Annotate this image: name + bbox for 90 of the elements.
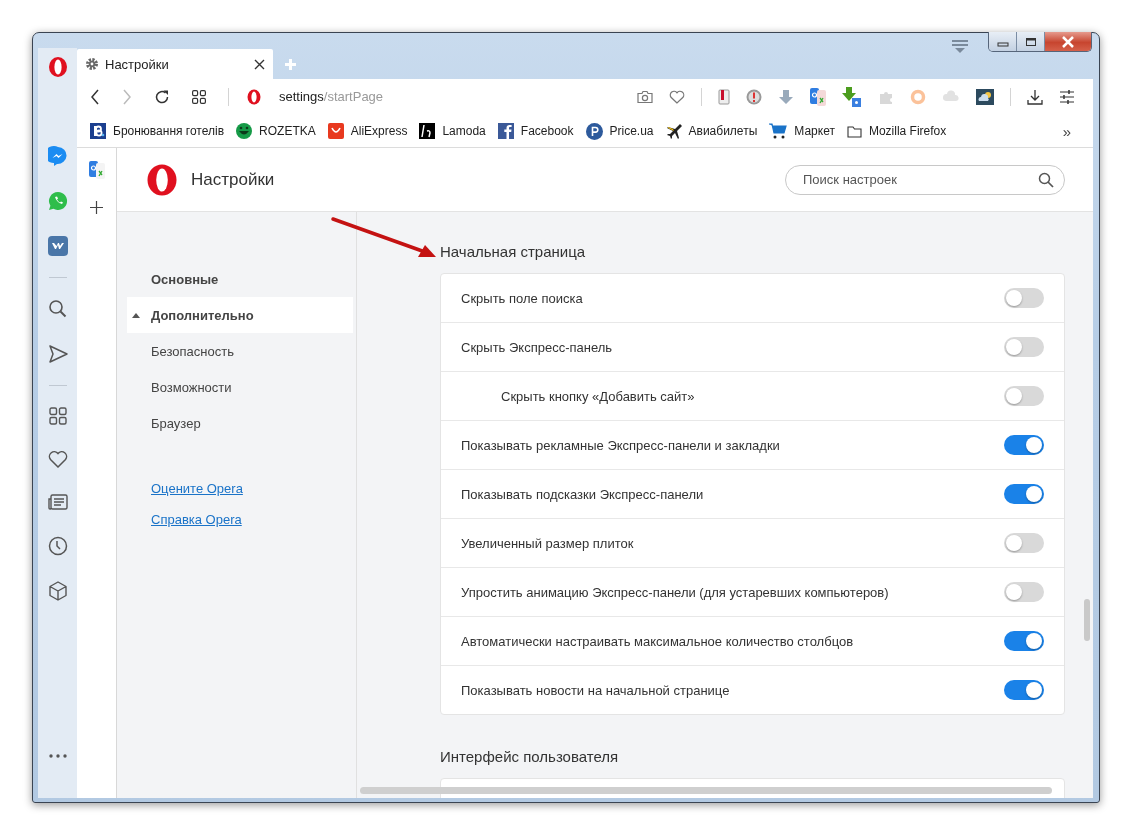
maximize-button[interactable] (1017, 32, 1045, 51)
cart-icon (769, 123, 788, 139)
toggle-switch[interactable] (1004, 288, 1044, 308)
messenger-icon[interactable] (47, 146, 68, 166)
search-icon[interactable] (47, 299, 68, 319)
setting-label: Показывать рекламные Экспресс-панели и закладки (461, 437, 781, 453)
setting-label: Скрыть Экспресс-панель (461, 339, 614, 355)
search-field[interactable]: Поиск настроек (785, 164, 1065, 195)
toggle-switch[interactable] (1004, 435, 1044, 455)
bookmark[interactable]: Lamoda (419, 123, 486, 139)
scrollbar-thumb[interactable] (360, 787, 1052, 794)
browser-tab[interactable]: Настройки (77, 49, 273, 79)
folder-icon (846, 124, 862, 138)
toggle-switch[interactable] (1004, 680, 1044, 700)
bookmark[interactable]: Авиабилеты (665, 123, 758, 139)
more-icon[interactable] (48, 754, 67, 758)
opera-logo-icon[interactable] (47, 56, 68, 78)
scrollbar-thumb[interactable] (1084, 599, 1090, 641)
close-button[interactable] (1045, 32, 1091, 51)
shopping-bag-icon (327, 123, 344, 139)
price-logo-icon (585, 122, 603, 140)
booking-logo-icon (90, 123, 106, 139)
download-badge-icon[interactable] (842, 86, 862, 107)
bookmark[interactable]: ROZETKA (236, 123, 316, 139)
caret-icon (132, 313, 140, 318)
more-bookmarks-button[interactable]: » (1062, 122, 1071, 140)
setting-label: Показывать новости на начальной странице (461, 682, 731, 698)
opera-logo-icon (247, 88, 261, 105)
toggle-switch[interactable] (1004, 386, 1044, 406)
news-icon[interactable] (47, 493, 68, 511)
nav-item[interactable]: Браузер (127, 405, 353, 441)
bookmark[interactable]: Facebook (497, 123, 574, 139)
page-title: Настройки (191, 169, 275, 190)
cube-icon[interactable] (47, 581, 68, 601)
nav-item[interactable]: Возможности (127, 369, 353, 405)
tab-title: Настройки (105, 56, 170, 72)
maximize-icon (1024, 36, 1037, 47)
notebook-icon[interactable] (718, 88, 730, 105)
nav-item[interactable]: Основные (127, 261, 353, 297)
reload-icon[interactable] (154, 88, 170, 105)
airplane-icon (665, 123, 682, 139)
toggle-switch[interactable] (1004, 533, 1044, 553)
back-icon[interactable] (90, 88, 100, 105)
speed-dial-icon[interactable] (192, 89, 206, 104)
add-icon[interactable] (90, 201, 103, 214)
section-title: Интерфейс пользователя (440, 748, 620, 765)
bookmark[interactable]: Маркет (769, 123, 835, 139)
heart-icon[interactable] (47, 450, 68, 468)
weather-icon[interactable] (976, 88, 994, 105)
sliders-icon[interactable] (1059, 89, 1075, 104)
camera-icon[interactable] (637, 89, 653, 104)
vk-icon[interactable] (47, 236, 68, 256)
speed-dial-icon[interactable] (48, 407, 67, 425)
link[interactable]: Справка Opera (151, 512, 242, 527)
download-icon[interactable] (1027, 88, 1043, 105)
setting-label: Упростить анимацию Экспресс-панели (для устаревших компьютеров) (461, 584, 890, 600)
setting-label: Показывать подсказки Экспресс-панели (461, 486, 705, 502)
nav-item[interactable]: Дополнительно (127, 297, 353, 333)
arrow-down-icon[interactable] (778, 88, 794, 105)
send-icon[interactable] (47, 344, 68, 364)
facebook-logo-icon (497, 123, 514, 139)
close-icon[interactable] (254, 58, 265, 70)
setting-label: Автоматически настраивать максимальное количество столбцов (461, 633, 855, 649)
setting-label: Увеличенный размер плиток (461, 535, 635, 551)
clock-icon[interactable] (47, 536, 68, 556)
section-title: Начальная страница (440, 243, 587, 260)
smiley-icon (236, 123, 253, 139)
lamoda-logo-icon (419, 123, 436, 139)
translate-icon[interactable] (88, 161, 105, 179)
gear-icon (85, 57, 99, 71)
toggle-switch[interactable] (1004, 582, 1044, 602)
toggle-switch[interactable] (1004, 484, 1044, 504)
setting-label: Скрыть поле поиска (461, 290, 584, 306)
bookmark[interactable]: Бронювання готелів (90, 123, 225, 139)
address-field[interactable]: settings/startPage (247, 88, 615, 105)
bookmark[interactable]: AliExpress (327, 123, 408, 139)
bookmark[interactable]: Mozilla Firefox (846, 124, 947, 138)
bookmark[interactable]: Price.ua (585, 122, 654, 140)
search-icon (1038, 171, 1054, 188)
heart-icon[interactable] (669, 89, 685, 104)
toggle-switch[interactable] (1004, 631, 1044, 651)
translate-icon[interactable] (810, 87, 826, 106)
warning-icon[interactable] (746, 88, 762, 105)
toggle-switch[interactable] (1004, 337, 1044, 357)
tab-menu-icon[interactable] (951, 38, 969, 54)
opera-logo-icon (147, 163, 177, 196)
setting-label: Скрыть кнопку «Добавить сайт» (500, 388, 696, 404)
close-icon (1061, 35, 1075, 48)
nav-item[interactable]: Безопасность (127, 333, 353, 369)
link[interactable]: Оцените Opera (151, 481, 243, 496)
